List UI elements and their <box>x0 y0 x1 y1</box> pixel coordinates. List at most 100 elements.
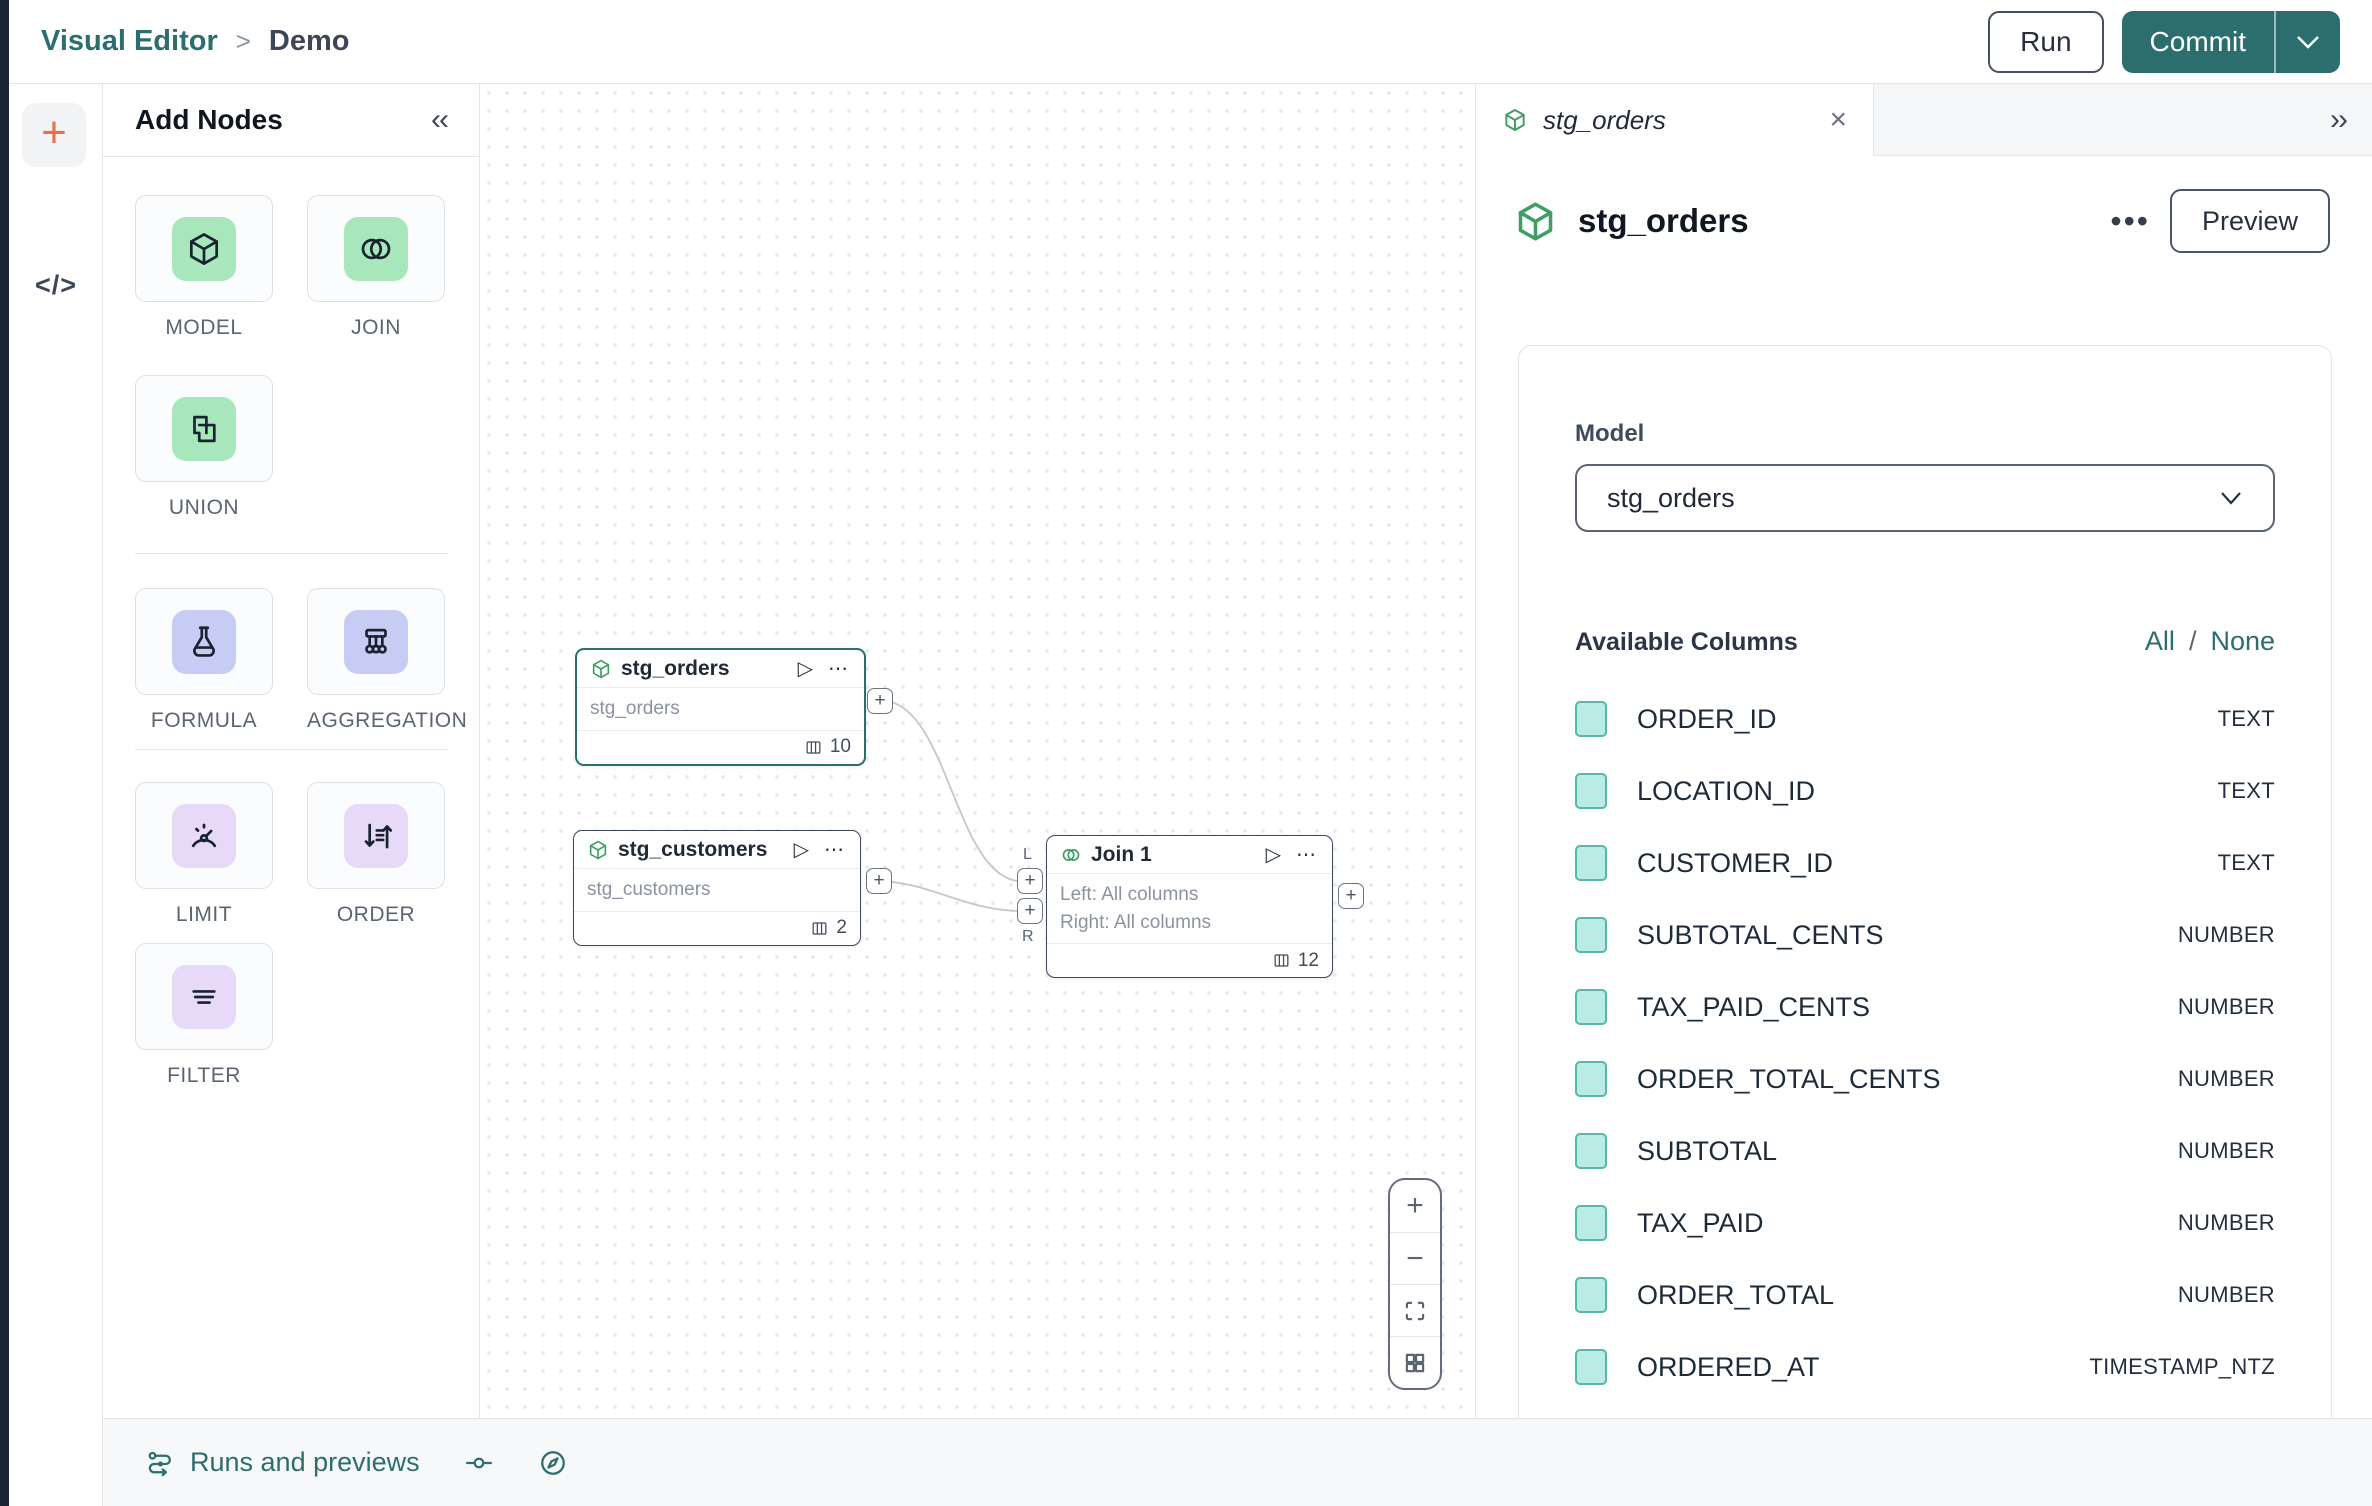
column-checkbox[interactable] <box>1575 1133 1607 1169</box>
breadcrumb-visual-editor-link[interactable]: Visual Editor <box>41 25 218 58</box>
column-name: TAX_PAID_CENTS <box>1637 992 1870 1023</box>
play-icon[interactable]: ▷ <box>795 656 816 681</box>
canvas-node-stg-orders[interactable]: stg_orders ▷ ⋯ stg_orders 10 <box>575 648 866 766</box>
tile-label-aggregation: AGGREGATION <box>307 709 445 733</box>
node-header: stg_orders ▷ ⋯ <box>577 650 864 687</box>
canvas-node-join-1[interactable]: Join 1 ▷ ⋯ Left: All columns Right: All … <box>1046 835 1333 978</box>
node-footer: 12 <box>1047 944 1332 977</box>
play-icon[interactable]: ▷ <box>791 837 812 862</box>
column-checkbox[interactable] <box>1575 1205 1607 1241</box>
select-none-link[interactable]: None <box>2210 626 2275 657</box>
preview-button[interactable]: Preview <box>2170 189 2330 253</box>
column-type: NUMBER <box>2178 1210 2275 1236</box>
node-tile-union[interactable] <box>135 375 273 482</box>
close-icon[interactable]: × <box>1829 103 1847 137</box>
panel-title: stg_orders <box>1578 202 1749 240</box>
group-divider <box>135 553 448 554</box>
select-all-link[interactable]: All <box>2145 626 2175 657</box>
column-name: TAX_PAID <box>1637 1208 1764 1239</box>
node-tile-model[interactable] <box>135 195 273 302</box>
more-menu-icon[interactable]: ⋯ <box>821 837 847 862</box>
select-links-separator: / <box>2189 626 2197 657</box>
join-right-summary: Right: All columns <box>1060 909 1319 937</box>
node-footer: 2 <box>574 912 860 945</box>
more-menu-icon[interactable]: ••• <box>2110 203 2150 240</box>
column-type: TIMESTAMP_NTZ <box>2089 1354 2275 1380</box>
tile-label-model: MODEL <box>135 316 273 340</box>
explore-button[interactable] <box>538 1448 568 1478</box>
commit-node-button[interactable] <box>464 1448 494 1478</box>
more-menu-icon[interactable]: ⋯ <box>1293 842 1319 867</box>
node-tile-aggregation[interactable] <box>307 588 445 695</box>
run-button[interactable]: Run <box>1988 11 2103 73</box>
node-tile-order[interactable] <box>307 782 445 889</box>
column-checkbox[interactable] <box>1575 701 1607 737</box>
canvas-node-stg-customers[interactable]: stg_customers ▷ ⋯ stg_customers 2 <box>573 830 861 946</box>
formula-flask-icon <box>172 610 236 674</box>
node-tile-limit[interactable] <box>135 782 273 889</box>
left-icon-rail: + </> <box>9 84 103 1506</box>
column-type: NUMBER <box>2178 1282 2275 1308</box>
node-header: Join 1 ▷ ⋯ <box>1047 836 1332 873</box>
window-edge-strip <box>0 0 9 1506</box>
join-left-label: L <box>1023 846 1032 864</box>
stg-customers-output-handle[interactable]: + <box>866 868 892 894</box>
tile-label-formula: FORMULA <box>135 709 273 733</box>
zoom-in-button[interactable]: + <box>1390 1180 1440 1232</box>
column-count: 2 <box>836 917 847 939</box>
breadcrumb: Visual Editor > Demo <box>41 25 350 58</box>
column-name: ORDER_TOTAL <box>1637 1280 1834 1311</box>
column-checkbox[interactable] <box>1575 989 1607 1025</box>
tab-stg-orders[interactable]: stg_orders × <box>1476 84 1874 156</box>
play-icon[interactable]: ▷ <box>1263 842 1284 867</box>
column-name: SUBTOTAL <box>1637 1136 1777 1167</box>
node-tile-join[interactable] <box>307 195 445 302</box>
node-header: stg_customers ▷ ⋯ <box>574 831 860 868</box>
more-menu-icon[interactable]: ⋯ <box>825 656 851 681</box>
column-checkbox[interactable] <box>1575 1277 1607 1313</box>
code-icon: </> <box>35 270 77 300</box>
auto-layout-button[interactable] <box>1390 1336 1440 1388</box>
column-checkbox[interactable] <box>1575 1349 1607 1385</box>
code-view-button[interactable]: </> <box>9 270 103 301</box>
join-right-input-handle[interactable]: + <box>1017 898 1043 924</box>
expand-panel-icon[interactable]: ›› <box>2330 103 2346 137</box>
fit-view-button[interactable] <box>1390 1284 1440 1336</box>
zoom-out-button[interactable]: − <box>1390 1232 1440 1284</box>
flow-canvas[interactable]: stg_orders ▷ ⋯ stg_orders 10 stg_custome… <box>480 84 1475 1418</box>
tab-title: stg_orders <box>1543 105 1666 136</box>
stg-orders-output-handle[interactable]: + <box>867 688 893 714</box>
runs-and-previews-button[interactable]: Runs and previews <box>145 1447 420 1478</box>
panel-tabbar: ›› <box>1874 84 2372 156</box>
column-type: NUMBER <box>2178 1138 2275 1164</box>
join-output-handle[interactable]: + <box>1338 883 1364 909</box>
plus-icon: + <box>41 111 67 155</box>
columns-list: ORDER_ID TEXT LOCATION_ID TEXT CUSTOMER_… <box>1519 683 2331 1403</box>
column-checkbox[interactable] <box>1575 845 1607 881</box>
runs-flow-icon <box>145 1448 175 1478</box>
column-checkbox[interactable] <box>1575 1061 1607 1097</box>
node-tile-filter[interactable] <box>135 943 273 1050</box>
column-row: SUBTOTAL_CENTS NUMBER <box>1519 899 2331 971</box>
commit-button[interactable]: Commit <box>2122 11 2274 73</box>
add-node-button[interactable]: + <box>22 103 86 167</box>
column-checkbox[interactable] <box>1575 773 1607 809</box>
join-icon <box>1060 844 1082 866</box>
order-sort-icon <box>344 804 408 868</box>
commit-dropdown-button[interactable] <box>2276 11 2340 73</box>
model-select[interactable]: stg_orders <box>1575 464 2275 532</box>
collapse-panel-icon[interactable]: ‹‹ <box>431 103 447 137</box>
grid-icon <box>1402 1350 1428 1376</box>
filter-lines-icon <box>172 965 236 1029</box>
add-nodes-title: Add Nodes <box>135 104 283 136</box>
union-icon <box>172 397 236 461</box>
join-left-input-handle[interactable]: + <box>1017 868 1043 894</box>
add-nodes-header: Add Nodes ‹‹ <box>103 84 479 157</box>
breadcrumb-page-title: Demo <box>269 25 350 58</box>
column-checkbox[interactable] <box>1575 917 1607 953</box>
tile-label-order: ORDER <box>307 903 445 927</box>
join-right-label: R <box>1022 928 1034 946</box>
node-tile-formula[interactable] <box>135 588 273 695</box>
column-type: TEXT <box>2218 850 2275 876</box>
node-title: stg_customers <box>618 838 782 862</box>
